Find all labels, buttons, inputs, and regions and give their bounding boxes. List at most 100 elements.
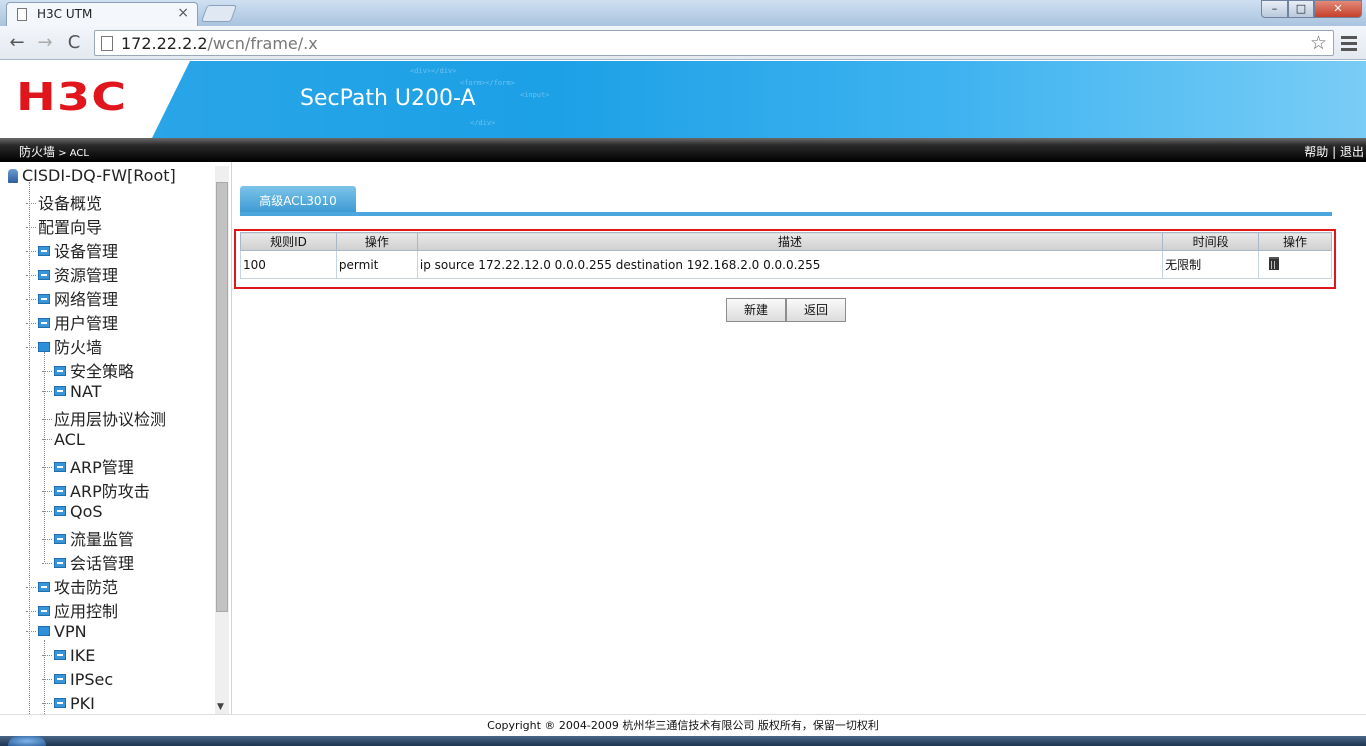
tree-item[interactable]: ARP管理: [42, 454, 134, 477]
page-icon: [101, 36, 113, 51]
tree-item[interactable]: 资源管理: [26, 262, 118, 285]
expand-folder-icon[interactable]: [54, 698, 66, 708]
tree-connector: [26, 347, 36, 348]
back-button[interactable]: 返回: [786, 298, 846, 322]
tree-item[interactable]: QoS: [42, 502, 103, 522]
os-taskbar: [0, 736, 1366, 746]
browser-titlebar: H3C UTM × – □ ✕: [0, 0, 1366, 26]
expand-folder-icon[interactable]: [54, 386, 66, 396]
menu-icon[interactable]: [1339, 33, 1359, 53]
breadcrumb-separator: >: [55, 148, 70, 159]
tab-advanced-acl[interactable]: 高级ACL3010: [240, 186, 356, 212]
tree-item[interactable]: 设备管理: [26, 238, 119, 261]
app-banner: <div></div> <form></form> <input> </div>…: [0, 61, 1366, 138]
forward-arrow-icon[interactable]: →: [34, 32, 56, 54]
product-name: SecPath U200-A: [300, 86, 476, 111]
tree-item[interactable]: PKI: [42, 694, 95, 714]
tree-item[interactable]: 会话管理: [42, 550, 134, 573]
tree-item-label: PKI: [70, 694, 95, 713]
tree-connector: [26, 631, 36, 632]
tree-item[interactable]: 用户管理: [26, 310, 119, 333]
tree-item-label: ACL: [54, 430, 85, 449]
collapse-folder-icon[interactable]: [38, 342, 50, 352]
breadcrumb-acl: ACL: [69, 148, 89, 159]
expand-folder-icon[interactable]: [54, 486, 66, 496]
tree-item[interactable]: 防火墙: [26, 334, 102, 357]
link-divider: |: [1328, 145, 1340, 159]
tree-item[interactable]: 配置向导: [26, 214, 102, 237]
tree-item-label: IKE: [70, 646, 96, 665]
expand-folder-icon[interactable]: [38, 246, 50, 256]
page-icon: [17, 8, 27, 21]
expand-folder-icon[interactable]: [54, 674, 66, 684]
sidebar-scrollbar[interactable]: ▼: [215, 166, 229, 714]
expand-folder-icon[interactable]: [54, 650, 66, 660]
expand-folder-icon[interactable]: [38, 318, 50, 328]
tree-item[interactable]: IPSec: [42, 670, 113, 690]
tree-item[interactable]: 流量监管: [42, 526, 135, 549]
scrollbar-thumb[interactable]: [216, 182, 228, 612]
tree-item[interactable]: 攻击防范: [26, 574, 118, 597]
expand-folder-icon[interactable]: [54, 558, 66, 568]
tree-item-label: ARP管理: [70, 458, 134, 477]
expand-folder-icon[interactable]: [38, 606, 50, 616]
tree-guide-line: [44, 352, 45, 562]
reload-icon[interactable]: C: [63, 32, 85, 54]
tree-connector: [26, 227, 36, 228]
tree-item-label: 设备管理: [54, 242, 119, 261]
scroll-down-icon[interactable]: ▼: [217, 702, 224, 712]
browser-tab[interactable]: H3C UTM ×: [6, 2, 198, 26]
cell-description: ip source 172.22.12.0 0.0.0.255 destinat…: [416, 250, 1164, 279]
tree-item[interactable]: 安全策略: [42, 358, 134, 381]
expand-folder-icon[interactable]: [38, 582, 50, 592]
address-bar[interactable]: 172.22.2.2/wcn/frame/.x ☆: [94, 30, 1334, 56]
tree-item[interactable]: 设备概览: [26, 190, 103, 213]
tree-connector: [26, 611, 36, 612]
banner-decoration: </div>: [470, 119, 496, 127]
logout-link[interactable]: 退出: [1340, 145, 1364, 159]
tree-item-label: 用户管理: [54, 314, 119, 333]
expand-folder-icon[interactable]: [54, 534, 66, 544]
tree-item[interactable]: 网络管理: [26, 286, 119, 309]
tree-item[interactable]: ARP防攻击: [42, 478, 150, 501]
help-link[interactable]: 帮助: [1304, 145, 1328, 159]
breadcrumb-firewall[interactable]: 防火墙: [19, 145, 55, 159]
expand-folder-icon[interactable]: [54, 366, 66, 376]
minimize-button[interactable]: –: [1261, 0, 1288, 18]
expand-folder-icon[interactable]: [38, 270, 50, 280]
acl-rule-table: 规则ID 操作 描述 时间段 操作 100 permit ip source 1…: [240, 232, 1332, 279]
window-close-button[interactable]: ✕: [1314, 0, 1362, 18]
maximize-button[interactable]: □: [1288, 0, 1314, 18]
expand-folder-icon[interactable]: [54, 506, 66, 516]
trash-icon[interactable]: [1269, 256, 1280, 270]
cell-operation: [1258, 250, 1332, 279]
tree-connector: [26, 203, 36, 204]
collapse-folder-icon[interactable]: [38, 626, 50, 636]
back-arrow-icon[interactable]: ←: [6, 32, 28, 54]
tree-item[interactable]: 应用控制: [26, 598, 118, 621]
bookmark-star-icon[interactable]: ☆: [1310, 32, 1327, 54]
tree-item-label: VPN: [54, 622, 87, 641]
tab-title: H3C UTM: [37, 7, 93, 21]
tree-item[interactable]: IKE: [42, 646, 95, 666]
tree-item[interactable]: NAT: [42, 382, 101, 402]
expand-folder-icon[interactable]: [38, 294, 50, 304]
tree-item[interactable]: VPN: [26, 622, 87, 642]
tree-item-label: 网络管理: [54, 290, 119, 309]
new-tab-button[interactable]: [200, 5, 238, 22]
tab-close-icon[interactable]: ×: [177, 5, 189, 21]
tree-item[interactable]: 应用层协议检测: [42, 406, 166, 429]
tree-item-label: 设备概览: [38, 194, 103, 213]
browser-toolbar: ← → C 172.22.2.2/wcn/frame/.x ☆: [0, 26, 1366, 60]
top-links: 帮助 | 退出: [1304, 143, 1364, 160]
breadcrumb: 防火墙 > ACL: [19, 143, 89, 160]
tree-item[interactable]: ACL: [42, 430, 85, 450]
tree-item-label: 流量监管: [70, 530, 135, 549]
tree-root[interactable]: CISDI-DQ-FW[Root]: [8, 166, 176, 185]
start-button[interactable]: [8, 736, 46, 746]
cell-rule-id: 100: [240, 250, 337, 279]
new-button[interactable]: 新建: [726, 298, 786, 322]
url-text[interactable]: 172.22.2.2/wcn/frame/.x: [121, 34, 318, 53]
expand-folder-icon[interactable]: [54, 462, 66, 472]
column-time-range: 时间段: [1162, 232, 1260, 251]
